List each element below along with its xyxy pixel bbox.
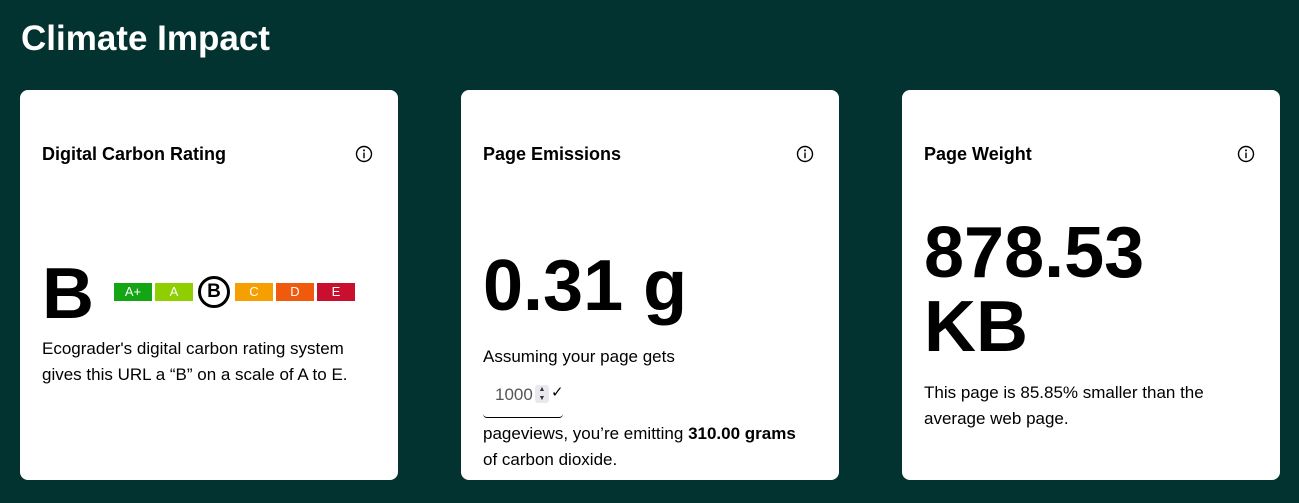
scale-segment-e: E	[317, 283, 355, 301]
rating-description: Ecograder's digital carbon rating system…	[42, 339, 348, 384]
assume-text: Assuming your page gets	[483, 347, 675, 366]
pageviews-value[interactable]: 1000	[495, 385, 533, 405]
scale-segment-b-current: B	[198, 276, 230, 308]
card-title: Page Weight	[924, 144, 1032, 164]
emit-amount: 310.00 grams	[688, 424, 796, 443]
card-title: Digital Carbon Rating	[42, 144, 226, 164]
stepper-up-icon[interactable]: ▲	[535, 385, 549, 394]
grade-letter: B	[42, 254, 94, 334]
scale-segment-c: C	[235, 283, 273, 301]
page-weight-unit: KB	[924, 287, 1028, 367]
pageviews-input[interactable]: 1000 ▲ ▼ ✓	[483, 379, 564, 418]
page-weight-value: 878.53 KB	[924, 216, 1264, 364]
scale-segment-a: A	[155, 283, 193, 301]
info-icon[interactable]	[796, 145, 814, 163]
number-stepper[interactable]: ▲ ▼	[535, 385, 549, 403]
scale-segment-a-plus: A+	[114, 283, 152, 301]
emissions-description: pageviews, you’re emitting 310.00 grams …	[483, 421, 828, 473]
info-icon[interactable]	[355, 145, 373, 163]
stepper-down-icon[interactable]: ▼	[535, 394, 549, 403]
page-weight-number: 878.53	[924, 213, 1145, 293]
page-weight-description: This page is 85.85% smaller than the ave…	[924, 383, 1204, 428]
emissions-value: 0.31 g	[483, 246, 688, 326]
emit-suffix: of carbon dioxide.	[483, 450, 618, 469]
page-emissions-card: Page Emissions 0.31 g Assuming your page…	[461, 90, 839, 480]
card-title: Page Emissions	[483, 144, 622, 164]
page-weight-card: Page Weight 878.53 KB This page is 85.85…	[902, 90, 1280, 480]
page-title: Climate Impact	[21, 19, 270, 58]
info-icon[interactable]	[1237, 145, 1255, 163]
rating-scale: A+ A B C D E	[114, 276, 358, 308]
digital-carbon-rating-card: Digital Carbon Rating B A+ A B C D E Eco…	[20, 90, 398, 480]
scale-segment-d: D	[276, 283, 314, 301]
emit-prefix: pageviews, you’re emitting	[483, 424, 684, 443]
check-icon[interactable]: ✓	[551, 383, 564, 401]
